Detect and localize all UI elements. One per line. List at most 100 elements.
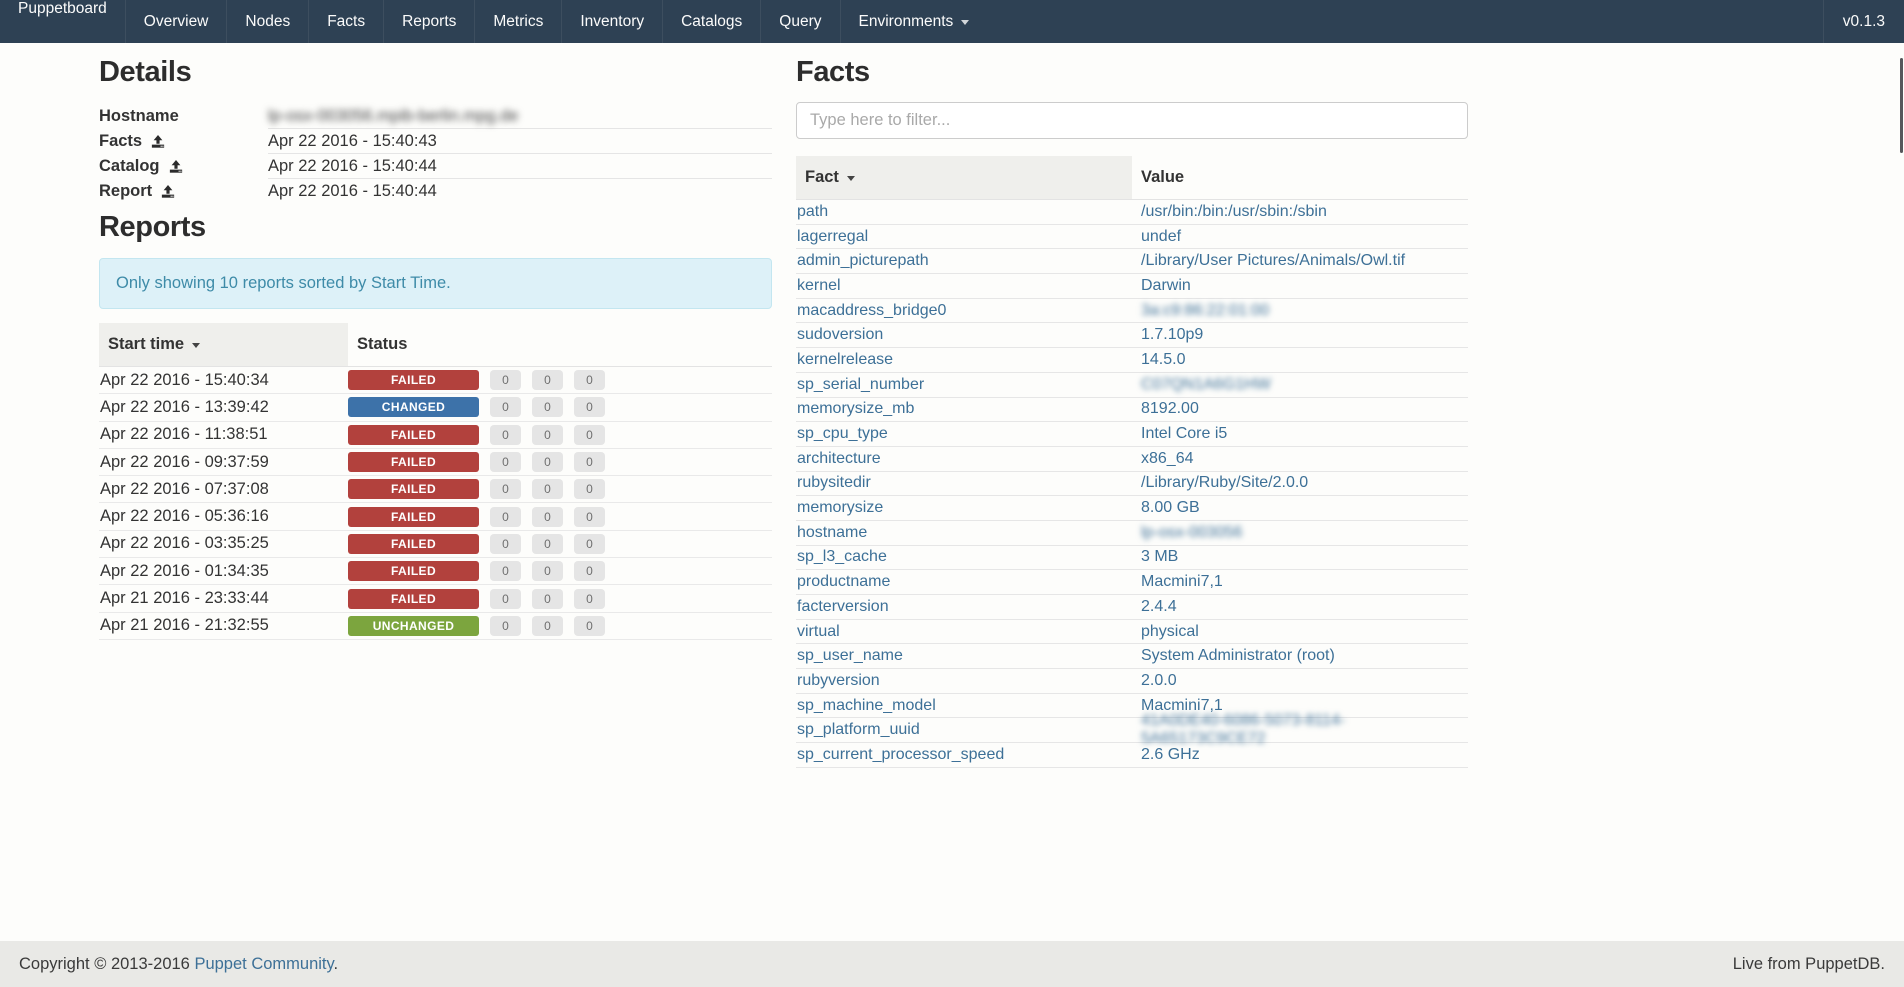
- fact-name-link[interactable]: memorysize_mb: [796, 400, 1132, 418]
- fact-value-link[interactable]: 3 MB: [1132, 548, 1468, 566]
- fact-value-link[interactable]: 2.0.0: [1132, 672, 1468, 690]
- fact-value-link[interactable]: 1.7.10p9: [1132, 326, 1468, 344]
- fact-name-link[interactable]: lagerregal: [796, 228, 1132, 246]
- fact-value-link[interactable]: /usr/bin:/bin:/usr/sbin:/sbin: [1132, 203, 1468, 221]
- fact-row: memorysize_mb 8192.00: [796, 398, 1468, 423]
- column-header-start-time[interactable]: Start time: [99, 323, 348, 366]
- fact-value-link[interactable]: Darwin: [1132, 277, 1468, 295]
- report-count-failed: 0: [490, 452, 521, 472]
- details-value: lp-osx-003056.mpib-berlin.mpg.de: [268, 107, 518, 126]
- report-count-failed: 0: [490, 561, 521, 581]
- fact-value-link[interactable]: 3a:c9:86:22:01:00: [1132, 302, 1468, 320]
- fact-value-link[interactable]: physical: [1132, 623, 1468, 641]
- navbar-item[interactable]: Catalogs: [662, 0, 760, 43]
- report-status-badge[interactable]: FAILED: [348, 452, 479, 472]
- column-header-value[interactable]: Value: [1132, 156, 1468, 199]
- report-count-unchanged: 0: [574, 507, 605, 527]
- fact-row: sp_platform_uuid 41A0DE40-6086-5073-8114…: [796, 718, 1468, 743]
- fact-name-link[interactable]: memorysize: [796, 499, 1132, 517]
- column-header-fact[interactable]: Fact: [796, 156, 1132, 199]
- report-count-changed: 0: [532, 370, 563, 390]
- fact-name-link[interactable]: kernel: [796, 277, 1132, 295]
- column-header-status[interactable]: Status: [348, 323, 772, 366]
- fact-value-link[interactable]: Macmini7,1: [1132, 573, 1468, 591]
- report-status-badge[interactable]: FAILED: [348, 589, 479, 609]
- top-navbar: Puppetboard Overview Nodes Facts Reports…: [0, 0, 1904, 43]
- fact-value-link[interactable]: /Library/Ruby/Site/2.0.0: [1132, 474, 1468, 492]
- facts-table: Fact Value path /usr/bin:/bin:/usr/sbin:…: [796, 156, 1468, 768]
- report-count-unchanged: 0: [574, 561, 605, 581]
- fact-name-link[interactable]: facterversion: [796, 598, 1132, 616]
- report-start-time: Apr 22 2016 - 09:37:59: [99, 453, 348, 472]
- fact-name-link[interactable]: kernelrelease: [796, 351, 1132, 369]
- fact-name-link[interactable]: architecture: [796, 450, 1132, 468]
- fact-name-link[interactable]: sp_platform_uuid: [796, 721, 1132, 739]
- navbar-item[interactable]: Facts: [308, 0, 383, 43]
- report-status-badge[interactable]: FAILED: [348, 534, 479, 554]
- fact-name-link[interactable]: sp_machine_model: [796, 697, 1132, 715]
- fact-name-link[interactable]: sp_current_processor_speed: [796, 746, 1132, 764]
- report-row: Apr 22 2016 - 13:39:42 CHANGED 0 0 0: [99, 394, 772, 421]
- report-count-unchanged: 0: [574, 479, 605, 499]
- fact-value-link[interactable]: 14.5.0: [1132, 351, 1468, 369]
- fact-row: sudoversion 1.7.10p9: [796, 323, 1468, 348]
- fact-name-link[interactable]: sudoversion: [796, 326, 1132, 344]
- fact-row: rubyversion 2.0.0: [796, 669, 1468, 694]
- fact-name-link[interactable]: sp_user_name: [796, 647, 1132, 665]
- fact-name-link[interactable]: rubysitedir: [796, 474, 1132, 492]
- fact-value-link[interactable]: C07QN1A6G1HW: [1132, 376, 1468, 394]
- fact-row: path /usr/bin:/bin:/usr/sbin:/sbin: [796, 200, 1468, 225]
- navbar-item[interactable]: Query: [760, 0, 839, 43]
- navbar-item[interactable]: Nodes: [226, 0, 308, 43]
- reports-info-alert: Only showing 10 reports sorted by Start …: [99, 258, 772, 309]
- report-count-failed: 0: [490, 479, 521, 499]
- fact-row: sp_serial_number C07QN1A6G1HW: [796, 373, 1468, 398]
- facts-filter-input[interactable]: [796, 102, 1468, 139]
- fact-value-link[interactable]: x86_64: [1132, 450, 1468, 468]
- report-count-failed: 0: [490, 507, 521, 527]
- navbar-item-environments[interactable]: Environments: [840, 0, 988, 43]
- report-status-badge[interactable]: FAILED: [348, 370, 479, 390]
- fact-value-link[interactable]: undef: [1132, 228, 1468, 246]
- navbar-item[interactable]: Reports: [383, 0, 474, 43]
- upload-icon: [151, 135, 165, 149]
- report-status-badge[interactable]: FAILED: [348, 479, 479, 499]
- fact-name-link[interactable]: sp_cpu_type: [796, 425, 1132, 443]
- report-count-unchanged: 0: [574, 425, 605, 445]
- report-status-badge[interactable]: CHANGED: [348, 397, 479, 417]
- fact-value-link[interactable]: 2.4.4: [1132, 598, 1468, 616]
- fact-value-link[interactable]: 8.00 GB: [1132, 499, 1468, 517]
- fact-value-link[interactable]: 2.6 GHz: [1132, 746, 1468, 764]
- report-status-badge[interactable]: UNCHANGED: [348, 616, 479, 636]
- vertical-scrollbar[interactable]: [1900, 58, 1903, 153]
- navbar-brand[interactable]: Puppetboard: [0, 0, 125, 43]
- fact-value-link[interactable]: Intel Core i5: [1132, 425, 1468, 443]
- report-start-time: Apr 21 2016 - 23:33:44: [99, 589, 348, 608]
- fact-value-link[interactable]: System Administrator (root): [1132, 647, 1468, 665]
- report-status-badge[interactable]: FAILED: [348, 507, 479, 527]
- fact-value-link[interactable]: lp-osx-003056: [1132, 524, 1468, 542]
- fact-name-link[interactable]: rubyversion: [796, 672, 1132, 690]
- sort-desc-icon: [847, 176, 855, 181]
- fact-name-link[interactable]: path: [796, 203, 1132, 221]
- report-status-badge[interactable]: FAILED: [348, 561, 479, 581]
- fact-name-link[interactable]: admin_picturepath: [796, 252, 1132, 270]
- fact-name-link[interactable]: sp_l3_cache: [796, 548, 1132, 566]
- fact-value-link[interactable]: /Library/User Pictures/Animals/Owl.tif: [1132, 252, 1468, 270]
- report-count-changed: 0: [532, 534, 563, 554]
- fact-name-link[interactable]: hostname: [796, 524, 1132, 542]
- report-row: Apr 22 2016 - 07:37:08 FAILED 0 0 0: [99, 476, 772, 503]
- report-row: Apr 22 2016 - 01:34:35 FAILED 0 0 0: [99, 558, 772, 585]
- navbar-item[interactable]: Overview: [125, 0, 227, 43]
- fact-name-link[interactable]: virtual: [796, 623, 1132, 641]
- report-status-badge[interactable]: FAILED: [348, 425, 479, 445]
- navbar-item[interactable]: Inventory: [561, 0, 662, 43]
- fact-name-link[interactable]: productname: [796, 573, 1132, 591]
- fact-value-link[interactable]: 41A0DE40-6086-5073-8114-5A65173C9CE72: [1132, 712, 1468, 748]
- fact-name-link[interactable]: macaddress_bridge0: [796, 302, 1132, 320]
- fact-value-link[interactable]: 8192.00: [1132, 400, 1468, 418]
- puppet-community-link[interactable]: Puppet Community: [194, 955, 333, 973]
- fact-row: kernelrelease 14.5.0: [796, 348, 1468, 373]
- navbar-item[interactable]: Metrics: [474, 0, 561, 43]
- fact-name-link[interactable]: sp_serial_number: [796, 376, 1132, 394]
